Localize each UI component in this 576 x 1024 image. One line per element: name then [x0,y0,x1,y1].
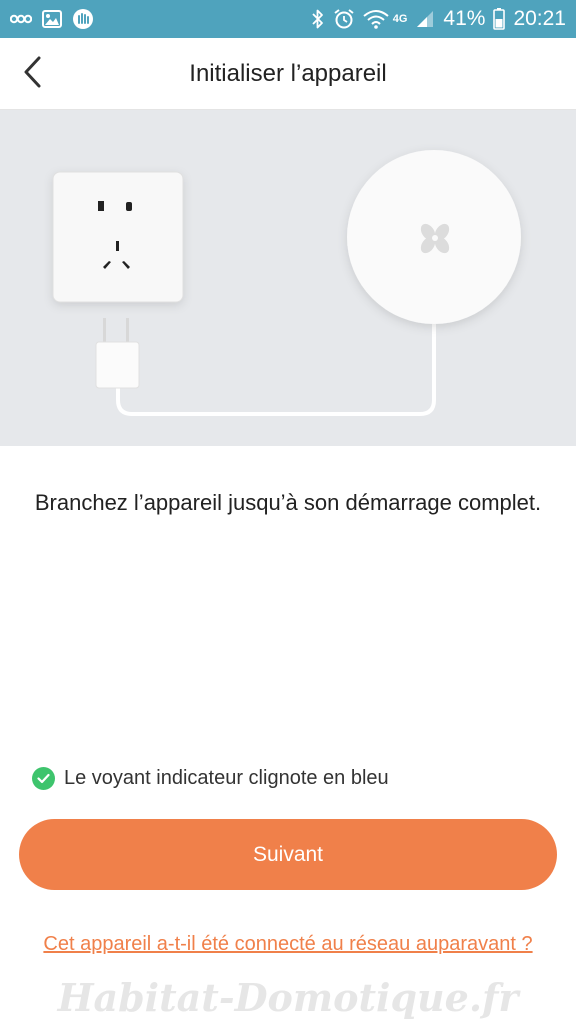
power-socket [53,172,183,302]
instruction-text: Branchez l’appareil jusqu’à son démarrag… [34,490,542,515]
indicator-checkbox[interactable]: Le voyant indicateur clignote en bleu [32,767,389,790]
app-icon [72,8,94,30]
back-button[interactable] [12,52,52,96]
back-arrow-icon [21,55,43,94]
wifi-icon [363,9,389,29]
battery-icon [493,8,506,30]
previously-connected-link[interactable]: Cet appareil a-t-il été connecté au rése… [40,930,536,958]
status-bar: 4G 41% 20:21 [0,0,576,38]
network-type-label: 4G [392,13,408,25]
bluetooth-icon [311,8,325,30]
watermark: Habitat-Domotique.fr [57,975,519,1020]
device-illustration [0,110,576,446]
status-left-icons [10,8,94,30]
next-button[interactable]: Suivant [19,819,557,890]
battery-percent: 41% [443,7,486,30]
cable [116,324,436,416]
alarm-icon [333,8,355,30]
app-header: Initialiser l’appareil [0,38,576,110]
check-circle-icon [32,767,55,790]
clock: 20:21 [513,7,566,30]
voicemail-icon [10,13,32,25]
usb-adapter [95,318,140,389]
illustration-svg [52,150,521,416]
indicator-label: Le voyant indicateur clignote en bleu [64,767,389,789]
image-icon [42,10,62,28]
status-right-icons: 4G 41% 20:21 [311,7,566,31]
page-title: Initialiser l’appareil [189,59,387,87]
signal-icon [415,9,435,29]
